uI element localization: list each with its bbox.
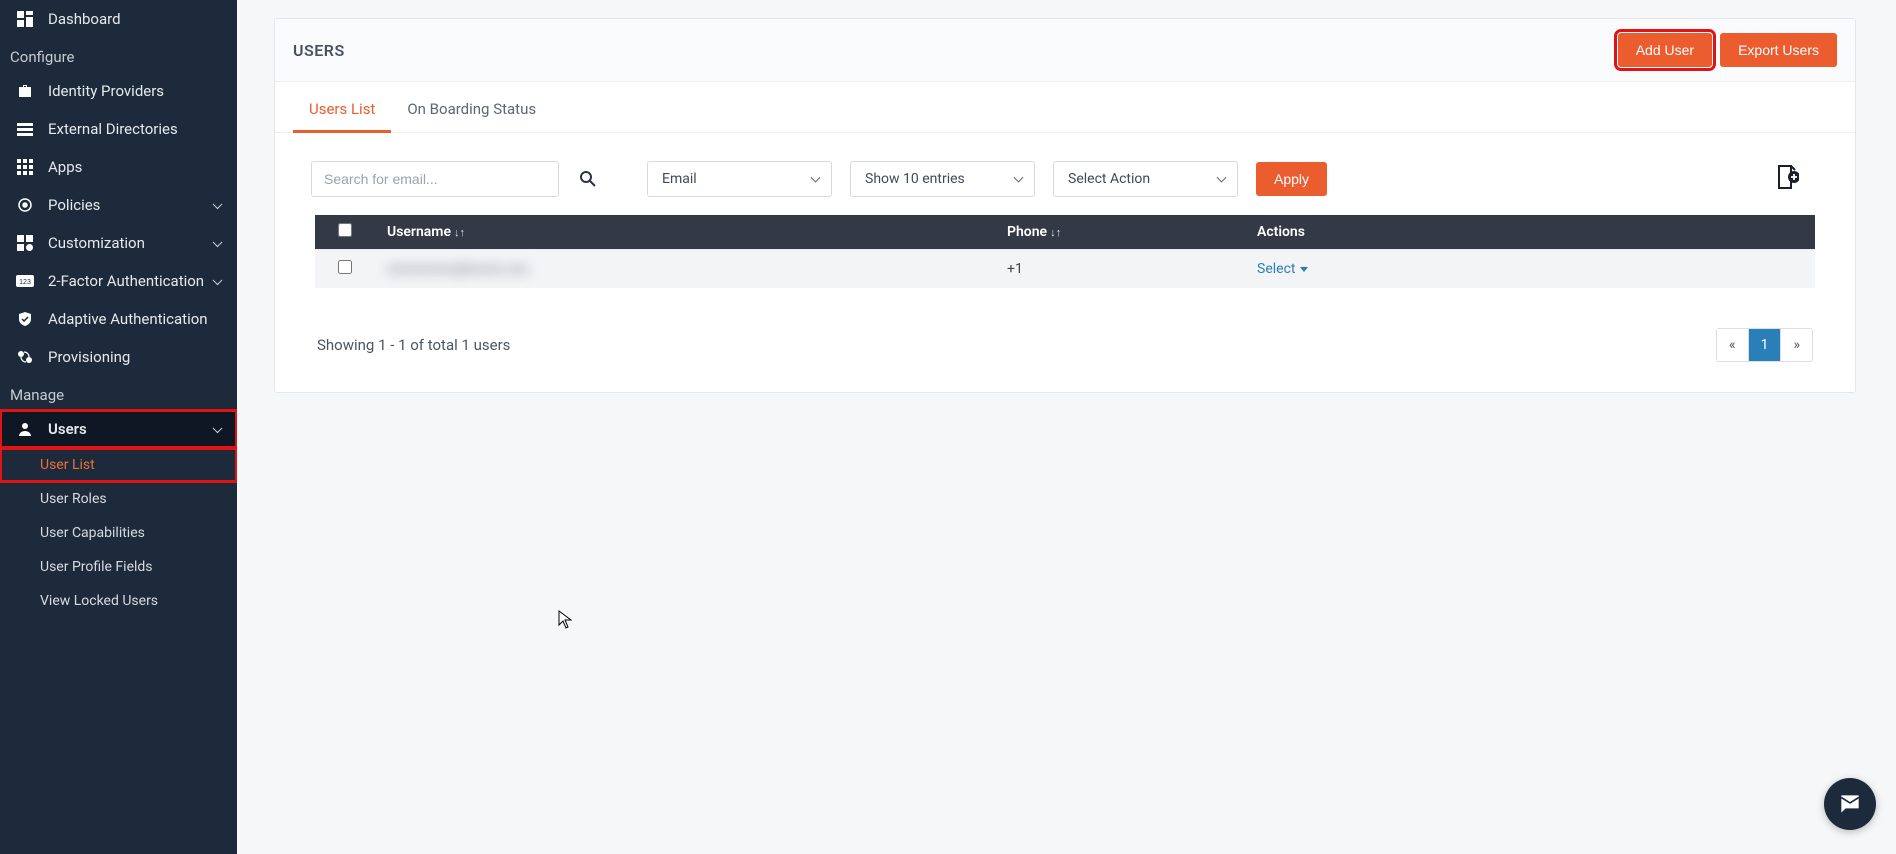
row-action-label: Select bbox=[1257, 261, 1295, 277]
add-file-icon[interactable] bbox=[1775, 164, 1799, 194]
sidebar: Dashboard Configure Identity Providers E… bbox=[0, 0, 237, 854]
table-footer: Showing 1 - 1 of total 1 users « 1 » bbox=[275, 308, 1855, 392]
tab-users-list[interactable]: Users List bbox=[293, 82, 391, 132]
main-content: USERS Add User Export Users Users List O… bbox=[240, 0, 1896, 854]
users-table-wrap: Username↓↑ Phone↓↑ Actions xxxxxxxxxx@xx… bbox=[275, 215, 1855, 308]
tab-onboarding-status[interactable]: On Boarding Status bbox=[391, 82, 552, 132]
cell-phone: +1 bbox=[1007, 261, 1023, 277]
apply-button[interactable]: Apply bbox=[1256, 162, 1327, 196]
page-next[interactable]: » bbox=[1781, 329, 1812, 361]
sidebar-item-label: Users bbox=[48, 420, 87, 438]
sidebar-item-label: 2-Factor Authentication bbox=[48, 272, 204, 290]
select-entries-label: Show 10 entries bbox=[865, 171, 965, 187]
export-users-button[interactable]: Export Users bbox=[1720, 33, 1837, 67]
sidebar-item-2fa[interactable]: 123 2-Factor Authentication bbox=[0, 262, 237, 300]
sidebar-users-submenu: User List User Roles User Capabilities U… bbox=[0, 448, 237, 618]
col-phone[interactable]: Phone↓↑ bbox=[995, 215, 1245, 250]
sidebar-item-users[interactable]: Users bbox=[0, 410, 237, 448]
card-header: USERS Add User Export Users bbox=[275, 19, 1855, 82]
sidebar-item-label: Provisioning bbox=[48, 348, 130, 366]
sidebar-sub-user-profile-fields[interactable]: User Profile Fields bbox=[0, 550, 237, 584]
sidebar-item-adaptive-auth[interactable]: Adaptive Authentication bbox=[0, 300, 237, 338]
sidebar-item-label: Adaptive Authentication bbox=[48, 310, 208, 328]
results-summary: Showing 1 - 1 of total 1 users bbox=[317, 336, 510, 354]
sidebar-item-label: Policies bbox=[48, 196, 100, 214]
tabs: Users List On Boarding Status bbox=[275, 82, 1855, 133]
sidebar-item-provisioning[interactable]: Provisioning bbox=[0, 338, 237, 376]
sidebar-item-identity-providers[interactable]: Identity Providers bbox=[0, 72, 237, 110]
sidebar-item-dashboard[interactable]: Dashboard bbox=[0, 0, 237, 38]
dashboard-icon bbox=[14, 11, 36, 27]
sidebar-item-apps[interactable]: Apps bbox=[0, 148, 237, 186]
row-action-select[interactable]: Select bbox=[1257, 261, 1308, 277]
page-prev[interactable]: « bbox=[1717, 329, 1749, 361]
list-icon bbox=[14, 121, 36, 137]
puzzle-icon bbox=[14, 235, 36, 251]
badge-123-icon: 123 bbox=[14, 275, 36, 287]
col-username[interactable]: Username↓↑ bbox=[375, 215, 995, 250]
svg-text:123: 123 bbox=[19, 279, 31, 286]
page-1[interactable]: 1 bbox=[1749, 329, 1782, 361]
col-username-label: Username bbox=[387, 224, 451, 240]
sync-users-icon bbox=[14, 349, 36, 365]
sidebar-item-external-directories[interactable]: External Directories bbox=[0, 110, 237, 148]
select-action[interactable]: Select Action bbox=[1053, 161, 1238, 197]
sidebar-item-label: External Directories bbox=[48, 120, 178, 138]
user-icon bbox=[14, 421, 36, 437]
sort-icon: ↓↑ bbox=[454, 226, 465, 239]
sidebar-section-configure: Configure bbox=[0, 38, 237, 72]
cell-username: xxxxxxxxxx@xxxxx.xxx bbox=[387, 261, 528, 277]
sidebar-sub-user-list[interactable]: User List bbox=[0, 448, 237, 482]
pagination: « 1 » bbox=[1716, 328, 1813, 362]
grid-icon bbox=[14, 159, 36, 175]
sort-icon: ↓↑ bbox=[1050, 226, 1061, 239]
col-actions: Actions bbox=[1245, 215, 1815, 250]
sidebar-item-label: Apps bbox=[48, 158, 82, 176]
row-checkbox[interactable] bbox=[338, 260, 352, 274]
page-title: USERS bbox=[293, 41, 345, 60]
controls-row: Email Show 10 entries Select Action Appl… bbox=[275, 133, 1855, 215]
chat-fab[interactable] bbox=[1824, 778, 1876, 830]
header-actions: Add User Export Users bbox=[1618, 33, 1837, 67]
sidebar-item-label: Customization bbox=[48, 234, 145, 252]
target-icon bbox=[14, 197, 36, 213]
users-table: Username↓↑ Phone↓↑ Actions xxxxxxxxxx@xx… bbox=[315, 215, 1815, 288]
select-field-label: Email bbox=[662, 171, 697, 187]
search-icon[interactable] bbox=[577, 168, 599, 190]
cursor-icon bbox=[558, 610, 572, 630]
sidebar-item-policies[interactable]: Policies bbox=[0, 186, 237, 224]
briefcase-icon bbox=[14, 83, 36, 99]
search-input[interactable] bbox=[311, 161, 559, 197]
shield-check-icon bbox=[14, 311, 36, 327]
table-row: xxxxxxxxxx@xxxxx.xxx +1 Select bbox=[315, 250, 1815, 289]
caret-down-icon bbox=[1300, 267, 1308, 272]
mail-icon bbox=[1837, 791, 1863, 817]
sidebar-sub-view-locked-users[interactable]: View Locked Users bbox=[0, 584, 237, 618]
sidebar-sub-user-roles[interactable]: User Roles bbox=[0, 482, 237, 516]
sidebar-item-label: Identity Providers bbox=[48, 82, 164, 100]
col-phone-label: Phone bbox=[1007, 224, 1047, 240]
sidebar-item-label: Dashboard bbox=[48, 10, 121, 28]
sidebar-item-customization[interactable]: Customization bbox=[0, 224, 237, 262]
select-entries[interactable]: Show 10 entries bbox=[850, 161, 1035, 197]
select-field[interactable]: Email bbox=[647, 161, 832, 197]
select-action-label: Select Action bbox=[1068, 171, 1150, 187]
users-card: USERS Add User Export Users Users List O… bbox=[274, 18, 1856, 393]
col-actions-label: Actions bbox=[1257, 224, 1305, 240]
sidebar-sub-user-capabilities[interactable]: User Capabilities bbox=[0, 516, 237, 550]
col-checkbox bbox=[315, 215, 375, 250]
select-all-checkbox[interactable] bbox=[338, 223, 352, 237]
sidebar-section-manage: Manage bbox=[0, 376, 237, 410]
add-user-button[interactable]: Add User bbox=[1618, 33, 1712, 67]
